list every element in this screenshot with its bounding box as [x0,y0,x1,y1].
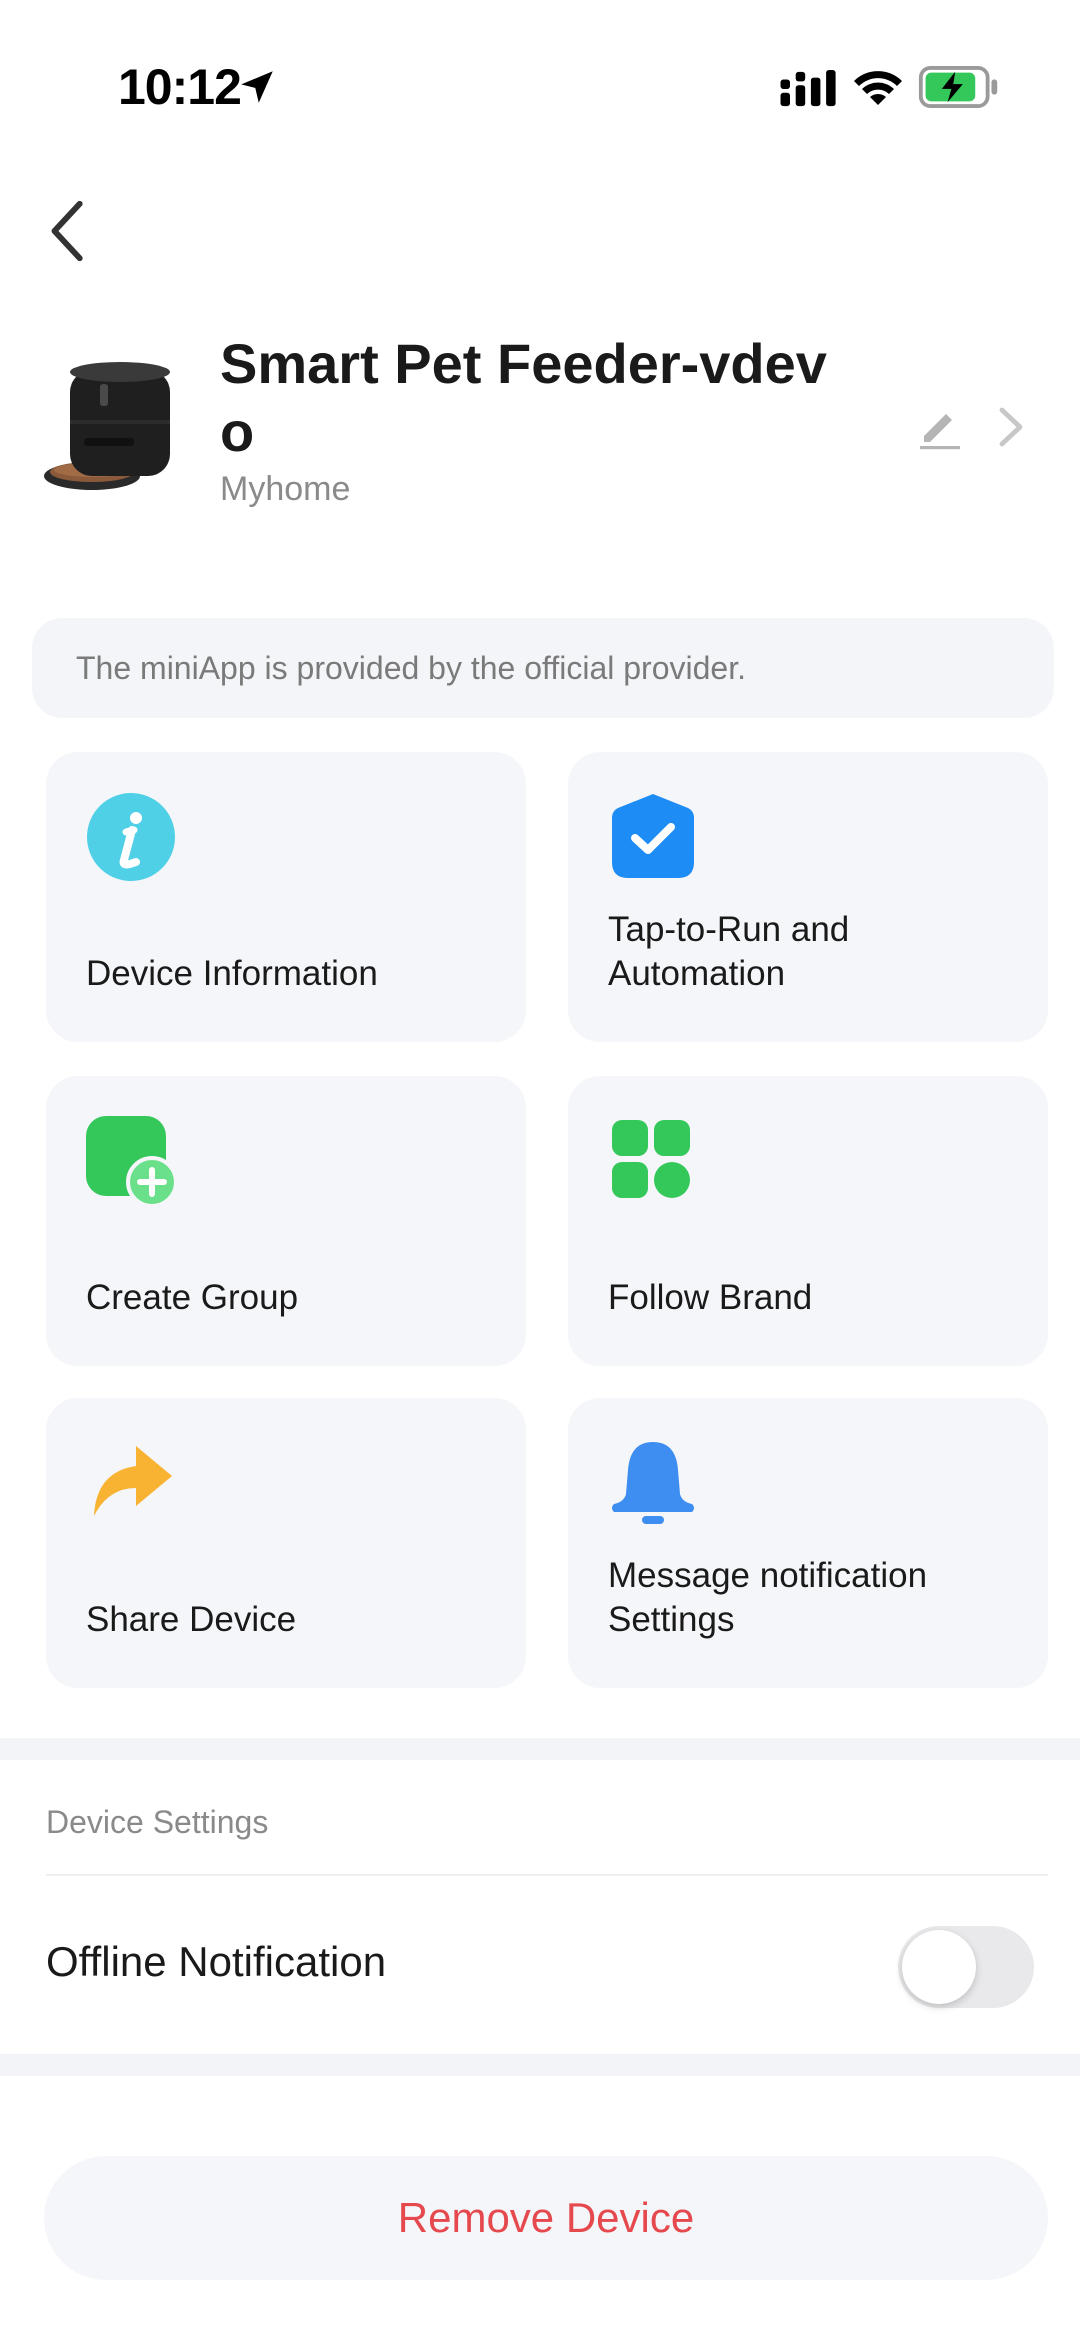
message-notification-settings-card[interactable]: Message notification Settings [568,1398,1048,1688]
device-room: Myhome [220,470,351,508]
card-label: Create Group [86,1278,299,1317]
remove-device-button[interactable]: Remove Device [44,2156,1048,2280]
offline-notification-label: Offline Notification [46,1938,387,1985]
share-arrow-icon [94,1446,172,1516]
follow-brand-card[interactable]: Follow Brand [568,1076,1048,1366]
wifi-icon [854,71,902,105]
create-group-icon [86,1116,176,1206]
card-label: Follow Brand [608,1278,813,1317]
tap-to-run-automation-card[interactable]: Tap-to-Run and Automation [568,752,1048,1042]
card-label: Tap-to-Run and Automation [608,910,850,993]
offline-notification-toggle[interactable] [898,1926,1034,2008]
grid-icon [612,1120,690,1198]
pet-feeder-image [44,362,170,490]
card-label: Device Information [86,954,378,993]
device-title: Smart Pet Feeder-vdevo [220,332,827,463]
card-label: Message notification Settings [608,1556,928,1639]
check-badge-icon [612,794,694,878]
card-label: Share Device [86,1600,297,1639]
status-time: 10:12 [118,59,242,115]
section-divider [0,2054,1080,2076]
device-settings-header: Device Settings [46,1804,269,1840]
chevron-right-icon[interactable] [994,404,1028,450]
share-device-card[interactable]: Share Device [46,1398,526,1688]
divider [46,1874,1048,1876]
edit-pencil-icon[interactable] [916,402,964,450]
toggle-knob [902,1930,976,2004]
bell-icon [612,1442,694,1524]
cellular-signal-icon [780,70,836,107]
battery-charging-icon [918,66,998,108]
info-icon [87,793,175,881]
create-group-card[interactable]: Create Group [46,1076,526,1366]
back-button[interactable] [40,196,100,266]
provider-notice: The miniApp is provided by the official … [32,618,1054,718]
device-information-card[interactable]: Device Information [46,752,526,1042]
status-bar: 10:12 [0,0,1080,160]
offline-notification-row: Offline Notification [0,1878,1080,2054]
section-divider [0,1738,1080,1760]
location-arrow-icon [241,71,273,103]
